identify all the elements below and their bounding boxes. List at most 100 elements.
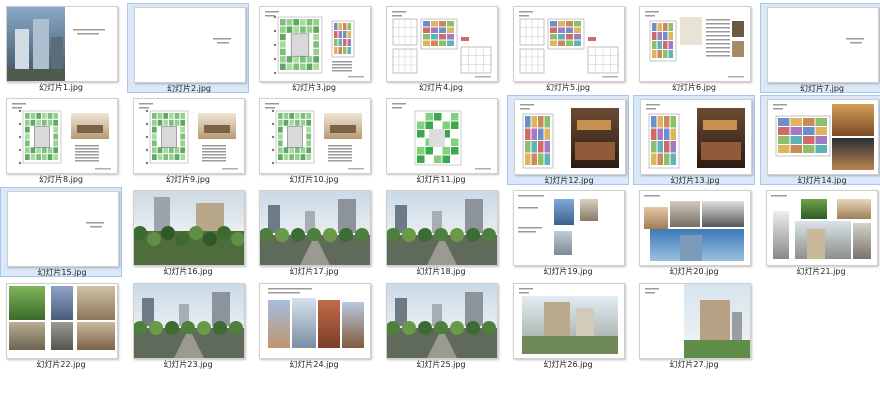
file-thumbnail[interactable] xyxy=(639,6,751,82)
file-name-label[interactable]: 幻灯片23.jpg xyxy=(127,359,249,370)
file-item[interactable]: 幻灯片4.jpg xyxy=(380,3,502,93)
file-thumbnail[interactable] xyxy=(134,7,246,83)
thumbnail-image xyxy=(387,284,497,358)
file-name-label[interactable]: 幻灯片4.jpg xyxy=(380,82,502,93)
file-name-label[interactable]: 幻灯片5.jpg xyxy=(507,82,629,93)
file-item[interactable]: 幻灯片27.jpg xyxy=(633,280,755,370)
thumbnail-image xyxy=(12,103,111,170)
file-name-label[interactable]: 幻灯片22.jpg xyxy=(0,359,122,370)
thumbnail-image xyxy=(9,286,115,350)
file-name-label[interactable]: 幻灯片11.jpg xyxy=(380,174,502,185)
file-item[interactable]: 幻灯片26.jpg xyxy=(507,280,629,370)
file-item[interactable]: 幻灯片6.jpg xyxy=(633,3,755,93)
file-thumbnail[interactable] xyxy=(7,191,119,267)
thumbnail-grid: 幻灯片1.jpg 幻灯片2.jpg 幻灯片3.jpg 幻灯片4.jpg 幻灯片5.jpg… xyxy=(0,0,880,405)
thumbnail-image xyxy=(520,104,619,169)
file-thumbnail[interactable] xyxy=(259,283,371,359)
thumbnail-image xyxy=(86,222,104,228)
file-name-label[interactable]: 幻灯片21.jpg xyxy=(760,266,880,277)
file-name-label[interactable]: 幻灯片10.jpg xyxy=(253,174,375,185)
file-thumbnail[interactable] xyxy=(639,283,751,359)
file-thumbnail[interactable] xyxy=(640,99,752,175)
file-name-label[interactable]: 幻灯片17.jpg xyxy=(253,266,375,277)
file-thumbnail[interactable] xyxy=(514,99,626,175)
file-item[interactable]: 幻灯片22.jpg xyxy=(0,280,122,370)
file-name-label[interactable]: 幻灯片27.jpg xyxy=(633,359,755,370)
file-item[interactable]: 幻灯片2.jpg xyxy=(127,3,249,93)
file-name-label[interactable]: 幻灯片6.jpg xyxy=(633,82,755,93)
file-item[interactable]: 幻灯片25.jpg xyxy=(380,280,502,370)
thumbnail-image xyxy=(644,195,744,261)
thumbnail-image xyxy=(7,7,105,81)
thumbnail-image xyxy=(392,11,492,78)
thumbnail-image xyxy=(645,11,744,78)
thumbnail-image xyxy=(139,103,238,170)
file-thumbnail[interactable] xyxy=(259,98,371,174)
file-item[interactable]: 幻灯片19.jpg xyxy=(507,187,629,277)
file-thumbnail[interactable] xyxy=(6,283,118,359)
file-name-label[interactable]: 幻灯片20.jpg xyxy=(633,266,755,277)
thumbnail-image xyxy=(771,195,871,259)
thumbnail-image xyxy=(645,284,750,358)
file-name-label[interactable]: 幻灯片16.jpg xyxy=(127,266,249,277)
file-thumbnail[interactable] xyxy=(767,7,879,83)
file-item[interactable]: 幻灯片5.jpg xyxy=(507,3,629,93)
file-thumbnail[interactable] xyxy=(513,6,625,82)
thumbnail-image xyxy=(268,288,364,348)
file-name-label[interactable]: 幻灯片3.jpg xyxy=(253,82,375,93)
file-item[interactable]: 幻灯片7.jpg xyxy=(760,3,880,93)
file-thumbnail[interactable] xyxy=(259,190,371,266)
file-item[interactable]: 幻灯片13.jpg xyxy=(633,95,755,185)
file-item[interactable]: 幻灯片16.jpg xyxy=(127,187,249,277)
file-thumbnail[interactable] xyxy=(513,190,625,266)
file-name-label[interactable]: 幻灯片1.jpg xyxy=(0,82,122,93)
file-thumbnail[interactable] xyxy=(133,98,245,174)
file-thumbnail[interactable] xyxy=(767,99,879,175)
file-name-label[interactable]: 幻灯片15.jpg xyxy=(1,267,123,278)
file-name-label[interactable]: 幻灯片14.jpg xyxy=(761,175,880,186)
file-thumbnail[interactable] xyxy=(386,283,498,359)
file-name-label[interactable]: 幻灯片19.jpg xyxy=(507,266,629,277)
file-item[interactable]: 幻灯片8.jpg xyxy=(0,95,122,185)
file-name-label[interactable]: 幻灯片2.jpg xyxy=(128,83,250,94)
file-name-label[interactable]: 幻灯片26.jpg xyxy=(507,359,629,370)
file-name-label[interactable]: 幻灯片13.jpg xyxy=(634,175,756,186)
file-thumbnail[interactable] xyxy=(6,6,118,82)
file-item[interactable]: 幻灯片9.jpg xyxy=(127,95,249,185)
file-item[interactable]: 幻灯片18.jpg xyxy=(380,187,502,277)
file-thumbnail[interactable] xyxy=(259,6,371,82)
file-name-label[interactable]: 幻灯片24.jpg xyxy=(253,359,375,370)
file-thumbnail[interactable] xyxy=(766,190,878,266)
file-thumbnail[interactable] xyxy=(133,283,245,359)
file-item[interactable]: 幻灯片10.jpg xyxy=(253,95,375,185)
file-name-label[interactable]: 幻灯片9.jpg xyxy=(127,174,249,185)
thumbnail-image xyxy=(265,11,364,78)
file-name-label[interactable]: 幻灯片18.jpg xyxy=(380,266,502,277)
file-item[interactable]: 幻灯片17.jpg xyxy=(253,187,375,277)
file-thumbnail[interactable] xyxy=(6,98,118,174)
thumbnail-image xyxy=(846,38,864,44)
file-item[interactable]: 幻灯片11.jpg xyxy=(380,95,502,185)
file-thumbnail[interactable] xyxy=(386,6,498,82)
file-item[interactable]: 幻灯片21.jpg xyxy=(760,187,880,277)
file-name-label[interactable]: 幻灯片12.jpg xyxy=(508,175,630,186)
file-name-label[interactable]: 幻灯片8.jpg xyxy=(0,174,122,185)
file-item[interactable]: 幻灯片3.jpg xyxy=(253,3,375,93)
file-thumbnail[interactable] xyxy=(386,98,498,174)
file-name-label[interactable]: 幻灯片25.jpg xyxy=(380,359,502,370)
file-thumbnail[interactable] xyxy=(133,190,245,266)
file-thumbnail[interactable] xyxy=(513,283,625,359)
file-item[interactable]: 幻灯片20.jpg xyxy=(633,187,755,277)
thumbnail-image xyxy=(392,103,491,170)
file-item[interactable]: 幻灯片1.jpg xyxy=(0,3,122,93)
file-thumbnail[interactable] xyxy=(386,190,498,266)
file-item[interactable]: 幻灯片23.jpg xyxy=(127,280,249,370)
file-item[interactable]: 幻灯片24.jpg xyxy=(253,280,375,370)
thumbnail-image xyxy=(518,195,598,255)
file-item[interactable]: 幻灯片12.jpg xyxy=(507,95,629,185)
thumbnail-image xyxy=(260,191,370,265)
file-item[interactable]: 幻灯片15.jpg xyxy=(0,187,122,277)
file-item[interactable]: 幻灯片14.jpg xyxy=(760,95,880,185)
file-name-label[interactable]: 幻灯片7.jpg xyxy=(761,83,880,94)
file-thumbnail[interactable] xyxy=(639,190,751,266)
